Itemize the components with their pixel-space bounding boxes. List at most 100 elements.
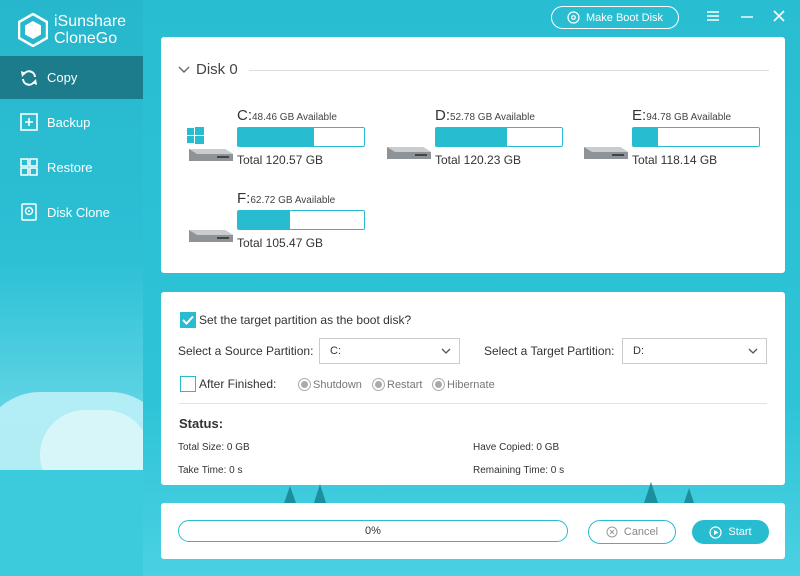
disk-title: Disk 0 [196,61,238,78]
options-panel: Set the target partition as the boot dis… [161,292,785,485]
radio-hibernate[interactable]: Hibernate [432,378,495,391]
drive-letter: D: [435,107,450,124]
brand-product: CloneGo [54,30,118,47]
target-partition-label: Select a Target Partition: [484,344,615,358]
target-partition-value: D: [633,345,644,357]
chevron-down-icon [178,66,190,73]
drive-available: 48.46 GB Available [252,112,337,123]
drive-usage-bar [237,210,365,230]
drive-usage-fill [238,128,314,146]
chevron-down-icon [748,348,758,354]
disk-header[interactable]: Disk 0 [177,61,238,78]
play-icon [709,525,722,539]
source-partition-value: C: [330,345,341,357]
progress-bar: 0% [178,520,568,542]
check-icon [182,315,194,325]
drive-available: 62.72 GB Available [250,195,336,206]
disk-panel: Disk 0 C:48.46 GB Available Total 120.57… [161,37,785,273]
disc-icon [567,11,580,24]
radio-label: Shutdown [313,378,362,391]
radio-shutdown[interactable]: Shutdown [298,378,362,391]
radio-dot [432,378,445,391]
radio-dot [298,378,311,391]
have-copied: Have Copied: 0 GB [473,442,560,453]
sidebar-item-copy[interactable]: Copy [0,56,143,99]
trees-decoration [283,482,695,506]
backup-icon [18,111,40,133]
boot-disk-label: Set the target partition as the boot dis… [199,313,412,327]
windows-drive-icon [187,127,233,161]
make-boot-disk-label: Make Boot Disk [585,11,664,24]
drive-usage-bar [632,127,760,147]
logo-icon [18,13,48,47]
sidebar: iSunshare CloneGo Copy Backup Restore Di… [0,0,143,576]
drive-usage-bar [435,127,563,147]
drive-usage-fill [633,128,659,146]
sidebar-nav: Copy Backup Restore Disk Clone [0,56,143,235]
drive-letter: F: [237,190,251,207]
drive-usage-fill [436,128,507,146]
drive-usage-fill [238,211,290,229]
source-partition-select[interactable]: C: [319,338,460,364]
after-finished-checkbox[interactable]: After Finished: [180,376,276,392]
boot-disk-checkbox[interactable]: Set the target partition as the boot dis… [180,312,411,328]
drive-available: 94.78 GB Available [646,112,732,123]
drive-usage-bar [237,127,365,147]
cancel-icon [606,526,618,538]
sidebar-item-disk-clone[interactable]: Disk Clone [0,190,143,234]
after-finished-label: After Finished: [199,377,277,391]
start-label: Start [728,526,752,538]
take-time: Take Time: 0 s [178,465,243,476]
checkbox-box[interactable] [180,312,196,328]
drive-e[interactable]: E:94.78 GB Available Total 118.14 GB [582,107,762,177]
radio-restart[interactable]: Restart [372,378,422,391]
menu-icon[interactable] [703,6,723,26]
minimize-icon[interactable] [737,6,757,26]
chevron-down-icon [441,348,451,354]
cancel-label: Cancel [623,526,659,538]
cancel-button[interactable]: Cancel [588,520,676,544]
hard-drive-icon [387,147,431,159]
drive-letter: E: [632,107,647,124]
disk-clone-icon [18,201,40,223]
target-partition-select[interactable]: D: [622,338,767,364]
make-boot-disk-button[interactable]: Make Boot Disk [551,6,679,29]
sidebar-item-label: Copy [47,70,78,85]
drive-total: Total 118.14 GB [632,153,718,167]
action-panel: 0% Cancel Start [161,503,785,559]
sidebar-item-label: Disk Clone [47,204,110,220]
drive-total: Total 105.47 GB [237,236,324,250]
progress-text: 0% [365,525,381,537]
radio-dot [372,378,385,391]
drive-c[interactable]: C:48.46 GB Available Total 120.57 GB [187,107,367,177]
brand: iSunshare CloneGo [18,12,126,48]
start-button[interactable]: Start [692,520,769,544]
source-partition-label: Select a Source Partition: [178,344,314,358]
restore-icon [18,156,40,178]
drive-d[interactable]: D:52.78 GB Available Total 120.23 GB [385,107,565,177]
checkbox-box[interactable] [180,376,196,392]
divider [249,70,769,71]
hard-drive-icon [584,147,628,159]
radio-label: Hibernate [447,378,495,391]
main-area: Make Boot Disk Disk 0 C:48.46 GB Availab… [143,0,800,576]
drive-total: Total 120.23 GB [435,153,522,167]
close-icon[interactable] [769,6,789,26]
sync-icon [18,67,40,89]
remaining-time: Remaining Time: 0 s [473,465,565,476]
sidebar-item-label: Restore [47,159,93,175]
sidebar-footer-decoration [0,470,143,576]
sidebar-item-label: Backup [47,114,91,130]
radio-label: Restart [387,378,423,391]
drive-f[interactable]: F:62.72 GB Available Total 105.47 GB [187,190,367,260]
hard-drive-icon [189,230,233,242]
sidebar-item-restore[interactable]: Restore [0,145,143,189]
status-title: Status: [179,416,224,431]
drive-total: Total 120.57 GB [237,153,324,167]
total-size: Total Size: 0 GB [178,442,250,453]
divider [179,403,767,404]
drive-letter: C: [237,107,252,124]
brand-name: iSunshare [54,13,127,30]
drive-available: 52.78 GB Available [450,112,535,123]
sidebar-item-backup[interactable]: Backup [0,100,143,144]
